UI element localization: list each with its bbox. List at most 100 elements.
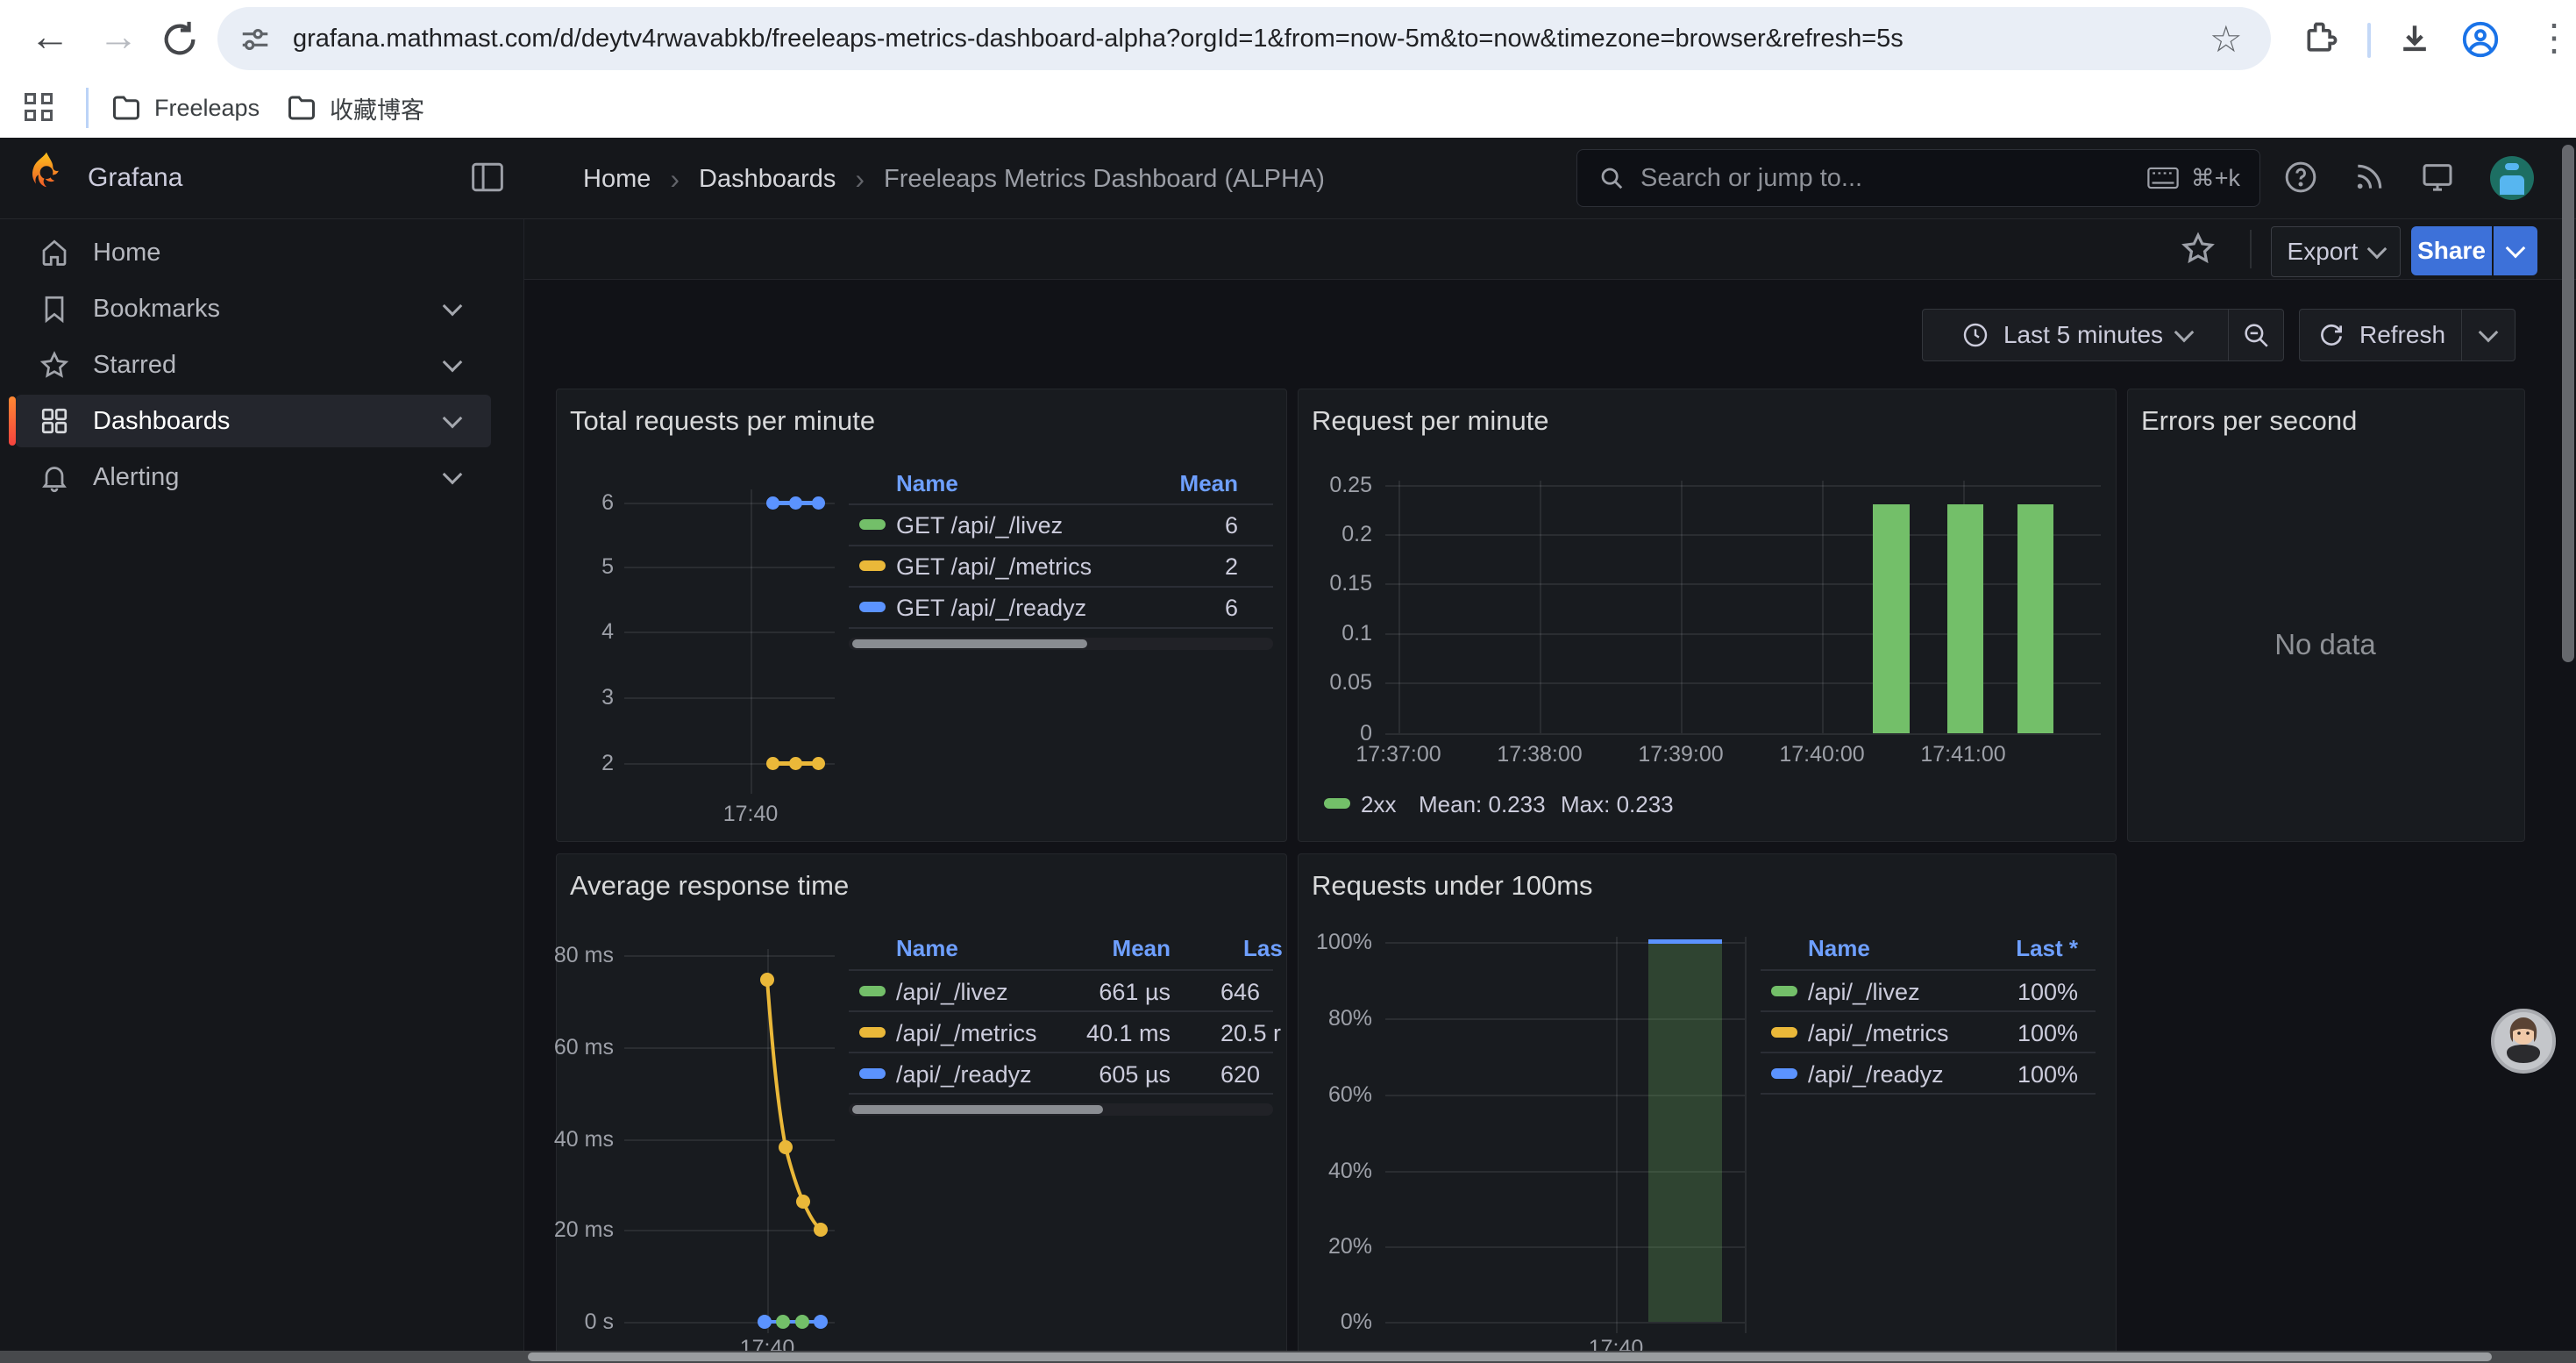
reload-icon[interactable] bbox=[160, 19, 200, 60]
legend-series-label[interactable]: 2xx bbox=[1361, 790, 1396, 818]
legend-row-last: 646 bbox=[1220, 978, 1282, 1006]
sidebar-item-starred[interactable]: Starred bbox=[16, 339, 491, 391]
series-color-pill[interactable] bbox=[859, 519, 886, 530]
legend-row-mean: 661 µs bbox=[1052, 978, 1171, 1006]
share-button[interactable]: Share bbox=[2411, 226, 2492, 275]
legend-separator bbox=[849, 1010, 1273, 1012]
gridline bbox=[1822, 481, 1824, 733]
sidebar-item-home[interactable]: Home bbox=[16, 226, 491, 279]
site-settings-icon[interactable] bbox=[238, 23, 272, 56]
series-color-pill[interactable] bbox=[859, 1068, 886, 1079]
legend-header-name[interactable]: Name bbox=[896, 470, 958, 497]
dock-menu-icon[interactable] bbox=[468, 158, 507, 196]
bookmark-folder-blogs[interactable]: 收藏博客 bbox=[286, 86, 424, 130]
breadcrumb-home[interactable]: Home bbox=[583, 165, 651, 194]
legend-row-name[interactable]: /api/_/livez bbox=[1808, 978, 1920, 1006]
legend-row-name[interactable]: /api/_/readyz bbox=[1808, 1060, 1944, 1088]
bar-2xx[interactable] bbox=[1947, 504, 1983, 733]
chevron-down-icon[interactable] bbox=[443, 296, 463, 317]
grafana-logo[interactable] bbox=[26, 151, 67, 196]
data-point bbox=[812, 757, 825, 770]
series-color-pill[interactable] bbox=[859, 602, 886, 612]
actions-divider bbox=[2250, 230, 2252, 268]
browser-menu-icon[interactable]: ⋮ bbox=[2536, 16, 2572, 59]
url-text[interactable]: grafana.mathmast.com/d/deytv4rwavabkb/fr… bbox=[293, 25, 1904, 54]
legend-header-last[interactable]: Last * bbox=[1955, 935, 2078, 962]
news-rss-icon[interactable] bbox=[2350, 158, 2388, 196]
series-color-pill[interactable] bbox=[1771, 986, 1797, 996]
legend-separator bbox=[849, 1093, 1273, 1095]
chevron-down-icon[interactable] bbox=[443, 409, 463, 429]
legend-row-name[interactable]: /api/_/metrics bbox=[896, 1019, 1037, 1047]
series-color-pill[interactable] bbox=[1771, 1068, 1797, 1079]
bar-2xx[interactable] bbox=[1873, 504, 1910, 733]
org-avatar[interactable] bbox=[2490, 156, 2534, 200]
legend-row-mean: 6 bbox=[1122, 594, 1238, 622]
bar-2xx[interactable] bbox=[2017, 504, 2053, 733]
dashboard-star-icon[interactable] bbox=[2180, 230, 2217, 267]
export-button[interactable]: Export bbox=[2271, 226, 2401, 277]
series-color-pill[interactable] bbox=[859, 986, 886, 996]
legend-row-name[interactable]: GET /api/_/readyz bbox=[896, 594, 1086, 622]
refresh-interval-button[interactable] bbox=[2461, 309, 2516, 361]
refresh-button[interactable]: Refresh bbox=[2299, 309, 2464, 361]
sidebar-item-dashboards[interactable]: Dashboards bbox=[16, 395, 491, 447]
legend-scrollbar-thumb[interactable] bbox=[852, 1105, 1103, 1114]
panel-request-per-minute[interactable] bbox=[1298, 389, 2117, 842]
legend-row-mean: 605 µs bbox=[1052, 1060, 1171, 1088]
legend-row-name[interactable]: GET /api/_/livez bbox=[896, 511, 1063, 539]
panel-title[interactable]: Requests under 100ms bbox=[1312, 870, 1593, 902]
sidebar-item-alerting[interactable]: Alerting bbox=[16, 451, 491, 503]
legend-header-name[interactable]: Name bbox=[896, 935, 958, 962]
bookmark-folder-freeleaps[interactable]: Freeleaps bbox=[110, 86, 260, 130]
series-color-pill[interactable] bbox=[859, 560, 886, 571]
legend-row-name[interactable]: /api/_/metrics bbox=[1808, 1019, 1949, 1047]
gridline bbox=[1616, 937, 1618, 1333]
sidebar-item-label: Alerting bbox=[93, 463, 445, 492]
share-menu-button[interactable] bbox=[2494, 226, 2537, 275]
legend-row-name[interactable]: GET /api/_/metrics bbox=[896, 553, 1092, 581]
panel-errors-per-second[interactable] bbox=[2127, 389, 2525, 842]
legend-header-mean[interactable]: Mean bbox=[1052, 935, 1171, 962]
time-range-picker[interactable]: Last 5 minutes bbox=[1922, 309, 2231, 361]
apps-grid-icon[interactable] bbox=[25, 93, 54, 123]
extensions-icon[interactable] bbox=[2302, 19, 2341, 58]
bookmark-label: 收藏博客 bbox=[330, 91, 424, 125]
back-icon[interactable]: ← bbox=[30, 12, 70, 60]
legend-row-name[interactable]: /api/_/livez bbox=[896, 978, 1008, 1006]
series-color-pill[interactable] bbox=[1771, 1027, 1797, 1038]
gridline bbox=[1385, 583, 2101, 585]
download-icon[interactable] bbox=[2395, 19, 2434, 58]
page-vertical-scrollbar[interactable] bbox=[2562, 145, 2574, 662]
panel-title[interactable]: Total requests per minute bbox=[570, 405, 875, 437]
help-icon[interactable] bbox=[2281, 158, 2320, 196]
forward-icon[interactable]: → bbox=[98, 12, 139, 60]
sidebar-item-bookmarks[interactable]: Bookmarks bbox=[16, 282, 491, 335]
grafana-brand[interactable]: Grafana bbox=[88, 163, 182, 193]
legend-separator bbox=[849, 503, 1273, 505]
chevron-down-icon[interactable] bbox=[443, 465, 463, 485]
legend-row-name[interactable]: /api/_/readyz bbox=[896, 1060, 1032, 1088]
panel-title[interactable]: Request per minute bbox=[1312, 405, 1549, 437]
chevron-down-icon[interactable] bbox=[443, 353, 463, 373]
share-label: Share bbox=[2417, 237, 2486, 265]
assistant-avatar[interactable] bbox=[2491, 1009, 2556, 1074]
panel-title[interactable]: Errors per second bbox=[2141, 405, 2357, 437]
breadcrumb-dashboards[interactable]: Dashboards bbox=[699, 165, 836, 194]
profile-icon[interactable] bbox=[2460, 19, 2501, 60]
legend-separator bbox=[849, 627, 1273, 629]
series-color-pill[interactable] bbox=[1324, 798, 1350, 809]
legend-scrollbar-thumb[interactable] bbox=[852, 639, 1087, 648]
legend-header-mean[interactable]: Mean bbox=[1122, 470, 1238, 497]
no-data-label: No data bbox=[2127, 628, 2523, 661]
zoom-out-button[interactable] bbox=[2228, 309, 2284, 361]
panel-title[interactable]: Average response time bbox=[570, 870, 849, 902]
monitor-icon[interactable] bbox=[2418, 158, 2457, 196]
refresh-label: Refresh bbox=[2359, 321, 2445, 349]
legend-row-last: 100% bbox=[1955, 978, 2078, 1006]
bookmark-star-icon[interactable]: ☆ bbox=[2210, 18, 2243, 61]
legend-header-name[interactable]: Name bbox=[1808, 935, 1870, 962]
search-box[interactable]: Search or jump to... ⌘+k bbox=[1576, 149, 2260, 207]
page-horizontal-scrollbar-thumb[interactable] bbox=[528, 1352, 2492, 1361]
series-color-pill[interactable] bbox=[859, 1027, 886, 1038]
